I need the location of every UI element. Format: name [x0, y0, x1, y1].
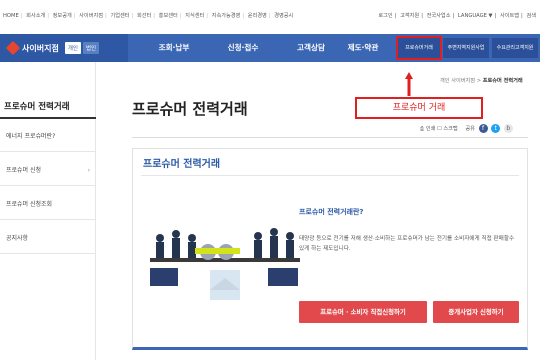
twitter-icon[interactable]: t	[491, 124, 501, 133]
utility-link[interactable]: 경영공시	[274, 13, 293, 19]
brand[interactable]: 사이버지점 개인 법인	[0, 34, 128, 62]
print-link[interactable]: 인쇄	[426, 126, 436, 132]
utility-link[interactable]: 회선터	[137, 13, 151, 19]
page-tools: ⎙ 인쇄 ☐ 스크랩 공유 f t b	[420, 124, 513, 133]
sidebar-item-label: 프로슈머 신청조회	[6, 201, 53, 208]
utility-links-right: 로그인 | 고객지원 | 전국사업소 | LANGUAGE ▼ | 사이트맵 | 검색	[378, 13, 536, 19]
sidebar-item-label: 프로슈머 신청	[6, 167, 42, 174]
sidebar-item-label: 에너지 프로슈머란?	[6, 133, 56, 140]
nav-sub-area-support[interactable]: 주변지역지원사업	[443, 38, 489, 58]
language-select[interactable]: LANGUAGE ▼	[458, 13, 493, 19]
scrap-icon[interactable]: ☐	[437, 126, 442, 132]
print-icon[interactable]: ⎙	[420, 126, 424, 132]
facebook-icon[interactable]: f	[478, 124, 488, 133]
card-description: 태양광 등으로 전기를 저해 생산·소비하는 프로슈머가 남는 전기를 소비자에…	[299, 236, 515, 252]
utility-link[interactable]: 지속가능경영	[212, 13, 241, 19]
login-link[interactable]: 로그인	[378, 13, 392, 19]
card-question: 프로슈머 전력거래란?	[299, 208, 364, 216]
sidebar-heading-divider	[0, 117, 96, 119]
utility-link[interactable]: 기업센터	[110, 13, 129, 19]
chevron-right-icon: ›	[87, 167, 90, 174]
nav-item-inquiry-payment[interactable]: 조회·납부	[140, 34, 208, 62]
nav-sub-prosumer-trade[interactable]: 프로슈머거래	[396, 36, 442, 60]
utility-link[interactable]: 홍보센터	[159, 13, 178, 19]
utility-link[interactable]: 사이버지점	[79, 13, 103, 19]
sidebar-heading: 프로슈머 전력거래	[4, 102, 70, 112]
breadcrumb-current: 프로슈머 전력거래	[482, 78, 523, 84]
breadcrumb-path[interactable]: 개인 사이버지점 >	[440, 78, 483, 84]
tab-personal[interactable]: 개인	[64, 42, 81, 54]
broker-apply-button[interactable]: 중개사업자 신청하기	[433, 301, 519, 323]
utility-link[interactable]: 지식센터	[185, 13, 204, 19]
share-label: 공유	[465, 126, 475, 132]
sidebar-item-notice[interactable]: 공지사항	[0, 224, 96, 254]
tab-corporate[interactable]: 법인	[82, 42, 100, 54]
utility-link-home[interactable]: HOME	[3, 13, 19, 19]
nav-item-application[interactable]: 신청·접수	[210, 34, 276, 62]
card-title: 프로슈머 전력거래	[143, 159, 221, 170]
nav-sub-demand-management[interactable]: 수요관리고객지원	[492, 38, 538, 58]
brand-logo-icon	[5, 40, 21, 56]
sidebar: 프로슈머 전력거래 에너지 프로슈머란? 프로슈머 신청 › 프로슈머 신청조회…	[0, 62, 96, 360]
offices-link[interactable]: 전국사업소	[427, 13, 451, 19]
utility-link[interactable]: 회사소개	[26, 13, 45, 19]
sidebar-item-label: 공지사항	[6, 235, 29, 242]
utility-bar: HOME | 회사소개 | 정보공개 | 사이버지점 | 기업센터 | 회선터 | 홍보센터…	[0, 0, 540, 34]
main-nav: 사이버지점 개인 법인 조회·납부 신청·접수 고객상담 제도·약관 프로슈머거…	[0, 34, 540, 62]
sidebar-item-what-is-prosumer[interactable]: 에너지 프로슈머란?	[0, 122, 96, 152]
sidebar-item-prosumer-apply[interactable]: 프로슈머 신청 ›	[0, 156, 96, 186]
brand-title: 사이버지점	[22, 43, 59, 53]
breadcrumb: 개인 사이버지점 > 프로슈머 전력거래	[440, 77, 523, 84]
arrow-up-icon	[405, 72, 413, 96]
title-divider	[132, 137, 528, 138]
prosumer-trade-illustration	[150, 228, 300, 300]
direct-apply-button[interactable]: 프로슈머 · 소비자 직접신청하기	[299, 301, 427, 323]
blog-icon[interactable]: b	[503, 124, 513, 133]
utility-links-left: HOME | 회사소개 | 정보공개 | 사이버지점 | 기업센터 | 회선터 | 홍보센터…	[3, 13, 294, 19]
annotation-callout: 프로슈머 거래	[355, 97, 483, 119]
utility-link[interactable]: 윤리경영	[248, 13, 267, 19]
sidebar-item-prosumer-status[interactable]: 프로슈머 신청조회	[0, 190, 96, 220]
search-link[interactable]: 검색	[526, 13, 536, 19]
page-title: 프로슈머 전력거래	[132, 100, 248, 118]
nav-item-policy-terms[interactable]: 제도·약관	[330, 34, 396, 62]
scrap-link[interactable]: 스크랩	[443, 126, 457, 132]
sitemap-link[interactable]: 사이트맵	[500, 13, 519, 19]
utility-link[interactable]: 정보공개	[53, 13, 72, 19]
support-link[interactable]: 고객지원	[400, 13, 419, 19]
card-divider	[141, 175, 519, 176]
